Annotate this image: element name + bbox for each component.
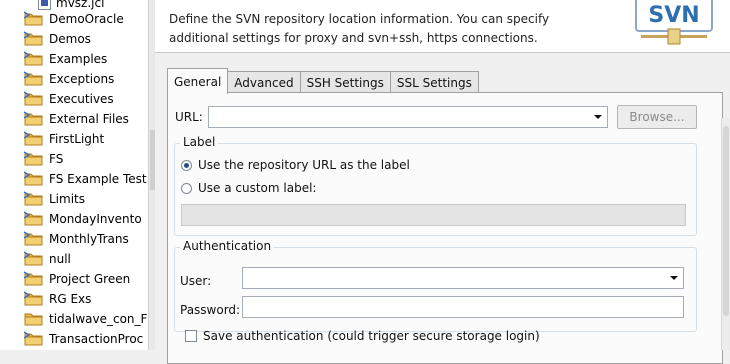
radio-row-repo-url[interactable]: Use the repository URL as the label: [181, 158, 410, 172]
password-field[interactable]: [242, 296, 684, 318]
tree-item[interactable]: Project Green: [24, 269, 130, 289]
tree-item[interactable]: Demos: [24, 29, 91, 49]
authentication-group-title: Authentication: [180, 239, 275, 253]
chevron-down-icon[interactable]: [594, 115, 602, 119]
dialog-header: Define the SVN repository location infor…: [155, 0, 730, 53]
radio-repo-url[interactable]: [181, 159, 192, 171]
label-group: Label Use the repository URL as the labe…: [174, 135, 697, 236]
tab-general[interactable]: General: [167, 68, 229, 94]
project-folder-icon: [24, 291, 44, 307]
user-label: User:: [180, 274, 212, 288]
project-folder-icon: [24, 271, 44, 287]
tree-item-label: MonthlyTrans: [49, 232, 129, 246]
project-folder-icon: [24, 31, 44, 47]
radio-custom-label-text: Use a custom label:: [198, 181, 317, 195]
password-label: Password:: [180, 303, 241, 317]
tree-item[interactable]: Examples: [24, 49, 107, 69]
tree-item-label: DemoOracle: [49, 12, 124, 26]
tree-item[interactable]: FirstLight: [24, 129, 104, 149]
url-combo[interactable]: [208, 106, 608, 128]
svn-logo-text: SVN: [648, 3, 699, 28]
tree-item[interactable]: RG Exs: [24, 289, 91, 309]
tree-item-label: tidalwave_con_F: [49, 312, 148, 326]
tree-item[interactable]: MonthlyTrans: [24, 229, 129, 249]
svn-repository-dialog: Define the SVN repository location infor…: [155, 0, 730, 364]
panel-scrollbar[interactable]: [721, 118, 730, 350]
url-label: URL:: [175, 110, 203, 124]
folder-icon: [24, 311, 44, 327]
general-tab-panel: URL: Browse... Label Use the repository …: [167, 92, 723, 364]
label-group-title: Label: [180, 135, 219, 149]
project-folder-icon: [24, 91, 44, 107]
user-combo[interactable]: [242, 267, 684, 289]
tree-item-label: Demos: [49, 32, 91, 46]
radio-custom-label[interactable]: [181, 182, 192, 194]
tree-item[interactable]: DemoOracle: [24, 9, 124, 29]
project-folder-icon: [24, 231, 44, 247]
save-authentication-label: Save authentication (could trigger secur…: [203, 329, 540, 343]
tree-item-label: MondayInvento: [49, 212, 142, 226]
tree-item[interactable]: null: [24, 249, 71, 269]
tree-item[interactable]: FS: [24, 149, 63, 169]
project-folder-icon: [24, 211, 44, 227]
tab-ssh-settings[interactable]: SSH Settings: [299, 71, 391, 94]
radio-row-custom-label[interactable]: Use a custom label:: [181, 181, 316, 195]
tree-item-label: Examples: [49, 52, 108, 66]
project-folder-icon: [24, 251, 44, 267]
tab-label: SSL Settings: [396, 76, 472, 90]
authentication-group: Authentication User: Password:: [174, 239, 697, 332]
tree-item-label: Executives: [49, 92, 114, 106]
tab-label: SSH Settings: [306, 76, 384, 90]
project-folder-icon: [24, 131, 44, 147]
tree-item-label: FirstLight: [49, 132, 105, 146]
tree-item-label: RG Exs: [49, 292, 92, 306]
project-folder-icon: [24, 111, 44, 127]
project-tree: mvsz.jcl DemoOracle Demos Examples Exceptio…: [0, 0, 148, 350]
tree-item-label: Project Green: [49, 272, 131, 286]
tree-item-label: FS: [49, 152, 64, 166]
tree-item-label: External Files: [49, 112, 129, 126]
description-line-1: Define the SVN repository location infor…: [169, 12, 550, 26]
settings-tabs: General Advanced SSH Settings SSL Settin…: [167, 68, 479, 94]
tree-item-label: Limits: [49, 192, 85, 206]
tree-item[interactable]: tidalwave_con_F: [24, 309, 147, 329]
tree-item[interactable]: External Files: [24, 109, 129, 129]
tree-item[interactable]: TransactionProc: [24, 329, 143, 349]
tree-item[interactable]: Limits: [24, 189, 85, 209]
tree-item[interactable]: FS Example Test: [24, 169, 147, 189]
project-folder-icon: [24, 171, 44, 187]
tree-item-label: Exceptions: [49, 72, 115, 86]
browse-button[interactable]: Browse...: [617, 105, 697, 129]
project-folder-icon: [24, 151, 44, 167]
chevron-down-icon[interactable]: [670, 276, 678, 280]
project-folder-icon: [24, 51, 44, 67]
panel-scrollbar-thumb[interactable]: [723, 126, 729, 316]
tree-item[interactable]: Exceptions: [24, 69, 114, 89]
tab-label: Advanced: [234, 76, 294, 90]
project-folder-icon: [24, 11, 44, 27]
dialog-description: Define the SVN repository location infor…: [169, 10, 569, 48]
tree-item[interactable]: Executives: [24, 89, 114, 109]
tree-item-label: FS Example Test: [49, 172, 147, 186]
tree-item-label: TransactionProc: [49, 332, 144, 346]
radio-repo-url-label: Use the repository URL as the label: [198, 158, 410, 172]
project-folder-icon: [24, 71, 44, 87]
custom-label-input[interactable]: [181, 204, 686, 226]
svn-logo-icon: SVN: [635, 0, 713, 45]
tree-item[interactable]: MondayInvento: [24, 209, 142, 229]
tab-label: General: [174, 74, 222, 89]
save-authentication-checkbox[interactable]: [185, 330, 197, 342]
tab-advanced[interactable]: Advanced: [227, 71, 301, 94]
project-folder-icon: [24, 331, 44, 347]
tab-ssl-settings[interactable]: SSL Settings: [389, 71, 479, 94]
project-folder-icon: [24, 191, 44, 207]
save-authentication-row[interactable]: Save authentication (could trigger secur…: [185, 329, 540, 343]
description-line-2: additional settings for proxy and svn+ss…: [169, 31, 538, 45]
tree-item-label: null: [49, 252, 71, 266]
